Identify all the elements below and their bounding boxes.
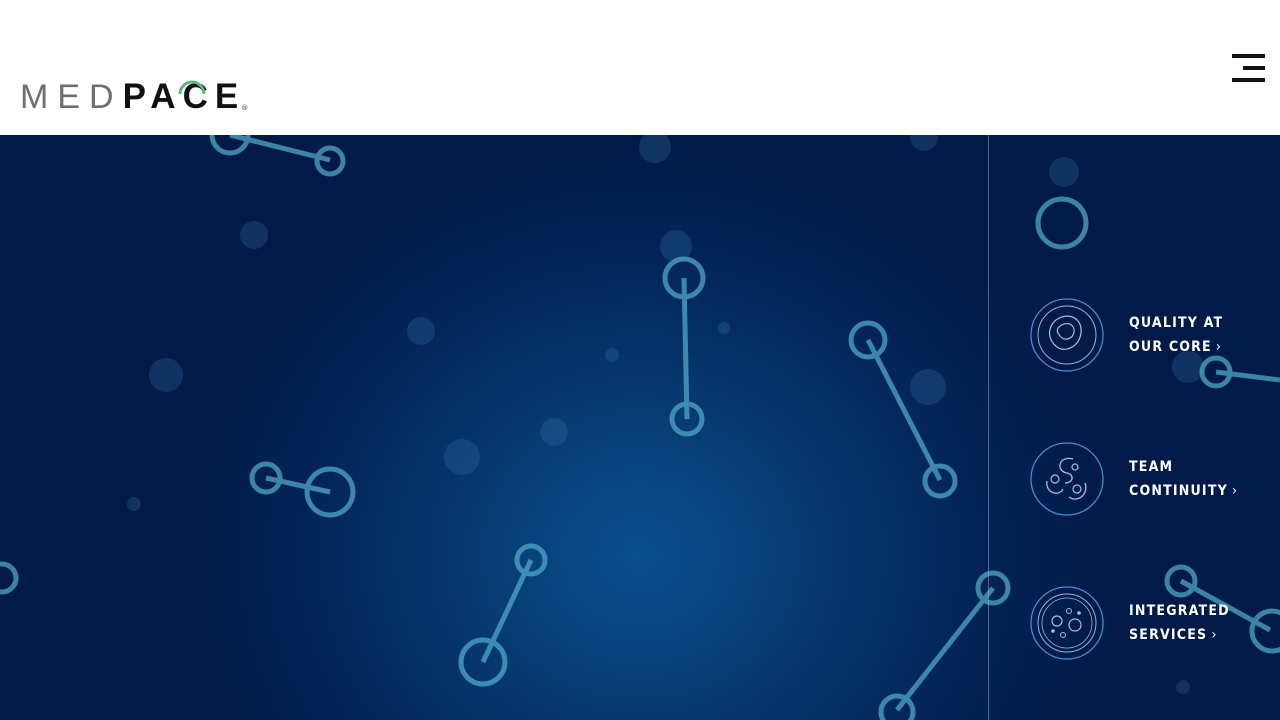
logo-text-light: MED <box>20 78 123 116</box>
feature-link-team[interactable]: TEAM CONTINUITY › <box>1029 441 1269 517</box>
chevron-right-icon: › <box>1231 483 1239 499</box>
feature-link-quality[interactable]: QUALITY AT OUR CORE › <box>1029 297 1269 373</box>
feature-label-line1: TEAM <box>1129 459 1174 475</box>
petri-dish-icon <box>1030 586 1104 660</box>
feature-link-services[interactable]: INTEGRATED SERVICES › <box>1029 585 1269 661</box>
feature-label-line2: CONTINUITY <box>1129 483 1228 499</box>
feature-label-team: TEAM CONTINUITY › <box>1129 455 1238 503</box>
feature-label-line2: SERVICES <box>1129 627 1208 643</box>
hero-divider <box>988 135 989 720</box>
feature-label-line2: OUR CORE <box>1129 339 1212 355</box>
feature-label-line1: INTEGRATED <box>1129 603 1230 619</box>
hero-banner: QUALITY AT OUR CORE› TEAM CONTINUITY› <box>0 135 1280 720</box>
logo-arc-icon <box>178 80 206 95</box>
hamburger-menu-icon[interactable] <box>1232 54 1265 82</box>
shield-quality-icon <box>1030 298 1104 372</box>
team-continuity-icon <box>1030 442 1104 516</box>
feature-label-line1: QUALITY AT <box>1129 315 1224 331</box>
chevron-right-icon: › <box>1211 627 1218 643</box>
medpace-logo[interactable]: MED PACE ® <box>20 78 248 114</box>
chevron-right-icon: › <box>1215 339 1223 355</box>
feature-label-quality: QUALITY AT OUR CORE › <box>1129 311 1223 359</box>
feature-label-services: INTEGRATED SERVICES › <box>1129 599 1230 647</box>
site-header: MED PACE ® <box>0 0 1280 135</box>
